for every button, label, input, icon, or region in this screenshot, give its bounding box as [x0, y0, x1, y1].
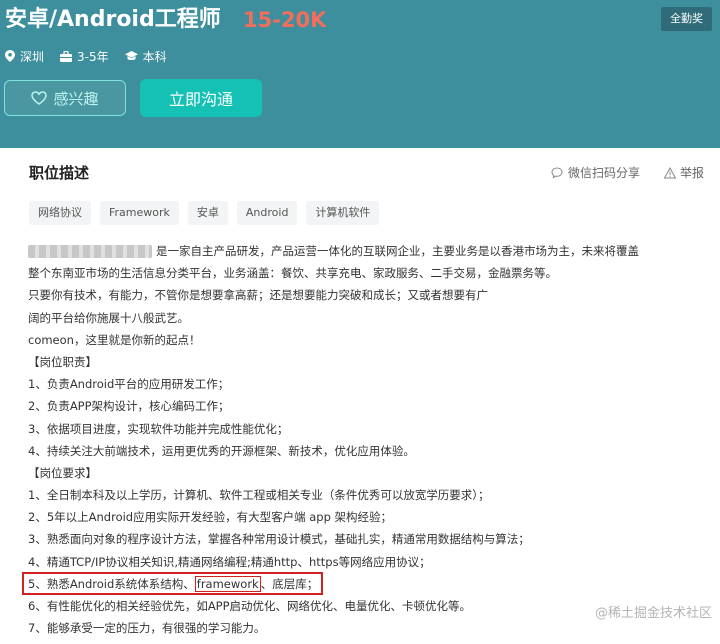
chat-now-button[interactable]: 立即沟通	[140, 79, 262, 117]
meta-location-text: 深圳	[20, 49, 45, 64]
job-title: 安卓/Android工程师	[5, 7, 221, 32]
desc-line: 【岗位要求】	[28, 465, 97, 480]
desc-line: 阔的平台给你施展十八般武艺。	[28, 310, 189, 325]
red-highlight-outline	[22, 572, 323, 595]
desc-line: 2、5年以上Android应用实际开发经验，有大型客户端 app 架构经验；	[28, 510, 393, 525]
desc-line: 1、全日制本科及以上学历，计算机、软件工程或相关专业（条件优秀可以放宽学历要求）…	[28, 488, 490, 503]
desc-line: 2、负责APP架构设计，核心编码工作；	[28, 399, 230, 414]
heart-icon	[31, 91, 48, 105]
report-link[interactable]: 举报	[664, 164, 704, 181]
meta-education-text: 本科	[142, 49, 167, 64]
company-name-blurred	[28, 245, 152, 258]
desc-line: 4、精通TCP/IP协议相关知识,精通网络编程;精通http、https等网络应…	[28, 554, 431, 569]
desc-line: 4、持续关注大前端技术，运用更优秀的开源框架、新技术，优化应用体验。	[28, 443, 415, 458]
salary: 15-20K	[243, 8, 327, 32]
graduation-cap-icon	[124, 50, 138, 60]
skill-tag[interactable]: 计算机软件	[306, 201, 380, 225]
job-meta: 深圳 3-5年 本科	[5, 46, 183, 66]
interest-button[interactable]: 感兴趣	[4, 80, 126, 116]
meta-location: 深圳	[5, 48, 44, 65]
chat-bubble-icon	[551, 166, 563, 178]
desc-line: 【岗位职责】	[28, 354, 97, 369]
desc-intro-line: 是一家自主产品研发，产品运营一体化的互联网企业，主要业务是以香港市场为主，未来将…	[28, 240, 714, 262]
meta-experience: 3-5年	[60, 48, 109, 65]
desc-line: 整个东南亚市场的生活信息分类平台，业务涵盖：餐饮、共享充电、家政服务、二手交易，…	[28, 266, 557, 281]
interest-button-label: 感兴趣	[53, 89, 99, 108]
section-title: 职位描述	[29, 164, 90, 182]
briefcase-icon	[60, 50, 73, 62]
report-label: 举报	[680, 166, 705, 180]
skill-tag[interactable]: Framework	[100, 201, 179, 225]
skill-tag[interactable]: 安卓	[187, 201, 228, 225]
skill-tag[interactable]: Android	[236, 201, 298, 225]
meta-experience-text: 3-5年	[77, 49, 109, 64]
skill-tags: 网络协议 Framework 安卓 Android 计算机软件	[29, 201, 388, 225]
job-header: 安卓/Android工程师 15-20K 全勤奖 深圳 3-5年 本科 感兴趣 …	[0, 0, 720, 148]
benefit-badge: 全勤奖	[661, 7, 712, 31]
location-pin-icon	[5, 50, 15, 62]
desc-intro-text: 是一家自主产品研发，产品运营一体化的互联网企业，主要业务是以香港市场为主，未来将…	[156, 244, 639, 258]
skill-tag[interactable]: 网络协议	[29, 201, 91, 225]
warning-icon	[664, 166, 676, 178]
desc-line: comeon，这里就是你新的起点！	[28, 332, 201, 347]
meta-education: 本科	[124, 48, 167, 65]
desc-line: 只要你有技术，有能力，不管你是想要拿高薪；还是想要能力突破和成长；又或者想要有广	[28, 288, 488, 303]
watermark: @稀土掘金技术社区	[594, 606, 712, 621]
wechat-share-label: 微信扫码分享	[568, 166, 641, 180]
desc-line: 1、负责Android平台的应用研发工作；	[28, 377, 230, 392]
desc-line: 3、依据项目进度，实现软件功能并完成性能优化；	[28, 421, 289, 436]
job-description-card: 职位描述 微信扫码分享 举报 网络协议 Framework 安卓 Android…	[7, 148, 720, 644]
wechat-share-link[interactable]: 微信扫码分享	[551, 164, 640, 181]
desc-line: 3、熟悉面向对象的程序设计方法，掌握各种常用设计模式，基础扎实，精通常用数据结构…	[28, 532, 530, 547]
